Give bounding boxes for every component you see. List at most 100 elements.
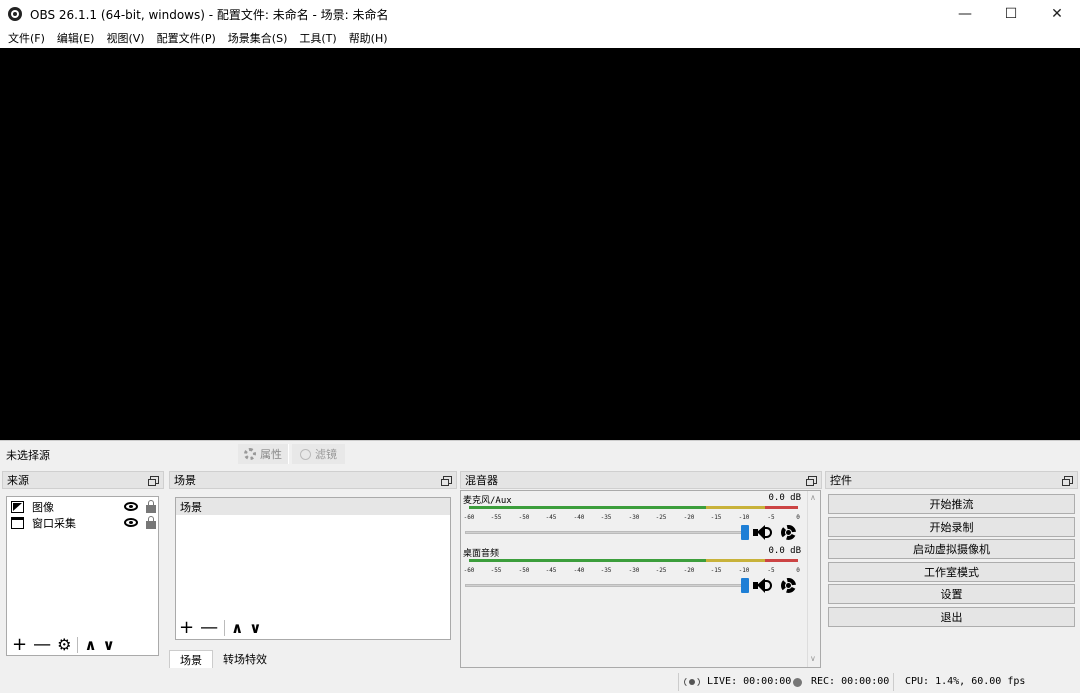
move-scene-up-button[interactable]: ∧ (231, 619, 243, 637)
scenes-dock: 场景 场景 + — ∧ ∨ 场景 转场特效 (169, 471, 457, 669)
remove-scene-button[interactable]: — (200, 619, 218, 637)
channel-level: 0.0 dB (768, 493, 801, 503)
studio-mode-button[interactable]: 工作室模式 (828, 562, 1075, 582)
mixer-dock-header: 混音器 (460, 471, 822, 489)
scroll-up-icon[interactable]: ∧ (810, 493, 816, 502)
start-streaming-button[interactable]: 开始推流 (828, 494, 1075, 514)
mixer-channel-desktop: 桌面音频 0.0 dB -60 -55 -50 -45 -40 -35 -30 … (463, 546, 801, 595)
volume-slider[interactable] (465, 584, 745, 587)
minimize-button[interactable]: — (942, 0, 988, 28)
tick-label: -40 (573, 567, 585, 574)
menu-view[interactable]: 视图(V) (100, 30, 150, 46)
tick-label: -45 (545, 567, 557, 574)
gear-icon (244, 448, 256, 460)
tick-label: -35 (600, 514, 612, 521)
tick-label: -15 (710, 567, 722, 574)
window-icon (11, 517, 24, 529)
tab-scenes[interactable]: 场景 (169, 650, 213, 668)
tick-label: -10 (738, 567, 750, 574)
start-virtual-camera-button[interactable]: 启动虚拟摄像机 (828, 539, 1075, 559)
toolbar-divider (77, 637, 79, 653)
tick-label: -50 (518, 567, 530, 574)
tick-label: -50 (518, 514, 530, 521)
float-dock-icon[interactable] (806, 476, 817, 486)
tick-label: -25 (655, 514, 667, 521)
channel-level: 0.0 dB (768, 546, 801, 556)
source-item-label: 窗口采集 (32, 517, 76, 530)
add-scene-button[interactable]: + (179, 619, 194, 637)
volume-slider-handle[interactable] (741, 578, 749, 593)
menu-profile[interactable]: 配置文件(P) (151, 30, 222, 46)
broadcast-icon (684, 676, 700, 688)
eye-icon[interactable] (124, 502, 138, 511)
exit-button[interactable]: 退出 (828, 607, 1075, 627)
controls-dock-title: 控件 (830, 474, 852, 487)
float-dock-icon[interactable] (148, 476, 159, 486)
sources-toolbar: + — ⚙ ∧ ∨ (12, 636, 115, 655)
lock-icon[interactable] (146, 516, 156, 529)
close-button[interactable]: ✕ (1034, 0, 1080, 28)
title-bar: OBS 26.1.1 (64-bit, windows) - 配置文件: 未命名… (0, 0, 1080, 28)
toolbar-divider (224, 620, 226, 636)
image-icon (11, 501, 24, 513)
obs-logo-icon (8, 7, 22, 21)
tab-transitions[interactable]: 转场特效 (213, 650, 277, 668)
sources-dock-header: 来源 (2, 471, 164, 489)
rec-timer: REC: 00:00:00 (811, 676, 890, 687)
start-recording-button[interactable]: 开始录制 (828, 517, 1075, 537)
volume-meter (463, 506, 801, 514)
sources-list[interactable]: 图像 窗口采集 (6, 496, 159, 656)
controls-dock: 控件 开始推流 开始录制 启动虚拟摄像机 工作室模式 设置 退出 (825, 471, 1078, 669)
menu-tools[interactable]: 工具(T) (293, 30, 342, 46)
scroll-down-icon[interactable]: ∨ (810, 654, 816, 663)
tick-label: -25 (655, 567, 667, 574)
record-icon (793, 678, 802, 687)
source-settings-button[interactable]: ⚙ (57, 636, 71, 654)
remove-source-button[interactable]: — (33, 636, 51, 654)
move-source-down-button[interactable]: ∨ (103, 636, 115, 654)
live-timer: LIVE: 00:00:00 (707, 676, 792, 687)
gear-icon[interactable] (781, 578, 796, 593)
add-source-button[interactable]: + (12, 636, 27, 654)
properties-button[interactable]: 属性 (238, 444, 289, 464)
move-source-up-button[interactable]: ∧ (84, 636, 96, 654)
source-item-window-capture[interactable]: 窗口采集 (7, 515, 158, 531)
speaker-icon[interactable] (753, 578, 773, 593)
tick-label: 0 (796, 567, 800, 574)
menu-scene-collection[interactable]: 场景集合(S) (222, 30, 294, 46)
mixer-channel-mic: 麦克风/Aux 0.0 dB -60 -55 -50 -45 -40 -35 -… (463, 493, 801, 542)
tick-label: -40 (573, 514, 585, 521)
scenes-dock-header: 场景 (169, 471, 457, 489)
channel-name: 麦克风/Aux (463, 496, 512, 506)
gear-icon[interactable] (781, 525, 796, 540)
volume-slider-handle[interactable] (741, 525, 749, 540)
sources-dock: 来源 图像 窗口采集 + — ⚙ ∧ ∨ (2, 471, 164, 669)
scene-item[interactable]: 场景 (176, 498, 450, 515)
tick-label: -30 (628, 567, 640, 574)
tick-label: -5 (767, 567, 775, 574)
filters-label: 滤镜 (315, 448, 337, 461)
menu-edit[interactable]: 编辑(E) (51, 30, 101, 46)
menu-file[interactable]: 文件(F) (2, 30, 51, 46)
eye-icon[interactable] (124, 518, 138, 527)
preview-canvas[interactable] (0, 48, 1080, 440)
filters-button[interactable]: 滤镜 (292, 444, 345, 464)
settings-button[interactable]: 设置 (828, 584, 1075, 604)
float-dock-icon[interactable] (441, 476, 452, 486)
channel-name: 桌面音频 (463, 549, 500, 559)
float-dock-icon[interactable] (1062, 476, 1073, 486)
source-item-image[interactable]: 图像 (7, 499, 158, 515)
mixer-panel: 麦克风/Aux 0.0 dB -60 -55 -50 -45 -40 -35 -… (460, 490, 821, 668)
cpu-fps-readout: CPU: 1.4%, 60.00 fps (905, 676, 1026, 687)
volume-meter (463, 559, 801, 567)
volume-slider[interactable] (465, 531, 745, 534)
controls-dock-header: 控件 (825, 471, 1078, 489)
sources-dock-title: 来源 (7, 474, 29, 487)
lock-icon[interactable] (146, 500, 156, 513)
tick-label: -30 (628, 514, 640, 521)
mixer-scrollbar[interactable]: ∧ ∨ (807, 491, 820, 667)
maximize-button[interactable]: ☐ (988, 0, 1034, 28)
menu-help[interactable]: 帮助(H) (343, 30, 394, 46)
move-scene-down-button[interactable]: ∨ (249, 619, 261, 637)
speaker-icon[interactable] (753, 525, 773, 540)
